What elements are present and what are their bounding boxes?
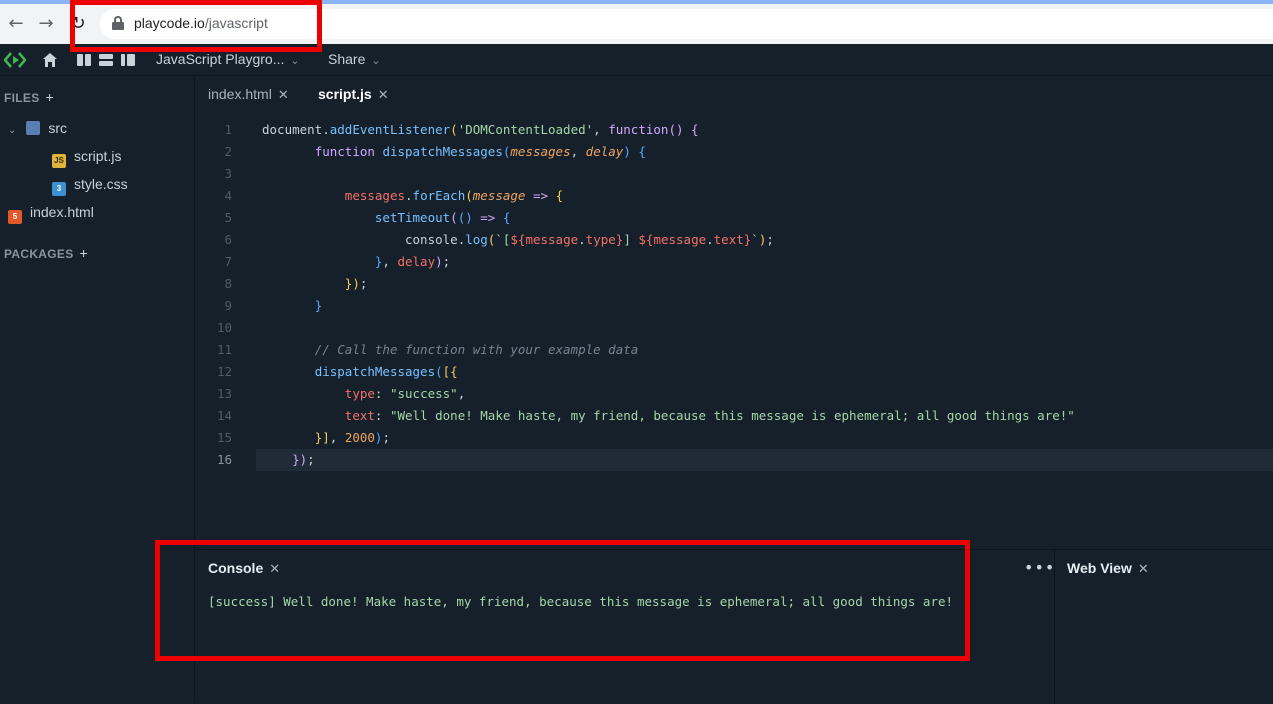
code-line-current: 16 });	[217, 449, 1273, 471]
files-heading: FILES +	[4, 89, 54, 105]
folder-src[interactable]: ⌄ src	[8, 118, 67, 138]
project-title-dropdown[interactable]: JavaScript Playgro... ⌄	[156, 51, 300, 67]
line-number: 16	[216, 452, 232, 467]
close-icon[interactable]: ✕	[378, 87, 389, 102]
code-line: 6 console.log(`[${message.type}] ${messa…	[196, 229, 1273, 251]
code-line: 12 dispatchMessages([{	[196, 361, 1273, 383]
url-text: playcode.io/javascript	[134, 15, 268, 31]
bottom-panel: Console ✕ [success] Well done! Make haste…	[196, 549, 1273, 704]
layout-columns-icon[interactable]	[76, 52, 92, 68]
tab-label: script.js	[318, 86, 372, 102]
code-line: 9 }	[196, 295, 1273, 317]
code-line: 5 setTimeout(() => {	[196, 207, 1273, 229]
code-line: 4 messages.forEach(message => {	[196, 185, 1273, 207]
line-number: 1	[224, 122, 232, 137]
packages-heading: PACKAGES +	[4, 245, 88, 261]
line-number: 12	[216, 364, 232, 379]
share-dropdown[interactable]: Share ⌄	[328, 51, 381, 67]
more-options-icon[interactable]: •••	[1024, 558, 1055, 577]
chevron-down-icon: ⌄	[371, 55, 381, 67]
file-script-js[interactable]: JS script.js	[52, 146, 122, 168]
packages-heading-label: PACKAGES	[4, 247, 74, 261]
home-icon[interactable]	[42, 52, 58, 68]
url-path: /javascript	[204, 15, 268, 31]
code-line: 7 }, delay);	[196, 251, 1273, 273]
files-heading-label: FILES	[4, 91, 40, 105]
file-label: script.js	[74, 148, 122, 164]
line-number: 9	[224, 298, 232, 313]
line-number: 4	[224, 188, 232, 203]
webview-title: Web View	[1067, 560, 1132, 576]
file-label: index.html	[30, 204, 94, 220]
line-number: 14	[216, 408, 232, 423]
layout-rows-icon[interactable]	[98, 52, 114, 68]
code-line: 8 });	[196, 273, 1273, 295]
line-number: 15	[216, 430, 232, 445]
chevron-down-icon: ⌄	[290, 55, 300, 67]
code-line: 11 // Call the function with your exampl…	[196, 339, 1273, 361]
line-number: 5	[224, 210, 232, 225]
file-index-html[interactable]: 5 index.html	[8, 202, 94, 224]
code-line: 10	[196, 317, 1273, 339]
tab-label: index.html	[208, 86, 272, 102]
add-file-icon[interactable]: +	[46, 89, 54, 105]
file-label: style.css	[74, 176, 128, 192]
close-icon[interactable]: ✕	[278, 87, 289, 102]
console-output: [success] Well done! Make haste, my frie…	[208, 594, 954, 609]
line-number: 6	[224, 232, 232, 247]
editor-tabbar: index.html ✕ script.js ✕	[196, 77, 1273, 113]
webview-tab[interactable]: Web View ✕	[1067, 560, 1149, 577]
folder-icon	[26, 121, 41, 135]
line-number: 13	[216, 386, 232, 401]
webview-panel: Web View ✕	[1054, 550, 1273, 704]
chevron-down-icon: ⌄	[8, 125, 17, 136]
add-package-icon[interactable]: +	[80, 245, 88, 261]
address-bar[interactable]: playcode.io/javascript	[100, 9, 1273, 39]
close-icon[interactable]: ✕	[269, 561, 280, 576]
code-line: 13 type: "success",	[196, 383, 1273, 405]
line-number: 10	[216, 320, 232, 335]
back-arrow-icon[interactable]: ←	[4, 12, 28, 36]
project-title: JavaScript Playgro...	[156, 51, 285, 67]
code-line: 3	[196, 163, 1273, 185]
line-number: 2	[224, 144, 232, 159]
code-editor[interactable]: 1 document.addEventListener('DOMContentLo…	[196, 113, 1273, 548]
line-number: 3	[224, 166, 232, 181]
console-title: Console	[208, 560, 264, 576]
folder-label: src	[48, 120, 68, 136]
code-line: 1 document.addEventListener('DOMContentLo…	[196, 119, 1273, 141]
line-number: 7	[224, 254, 232, 269]
tab-script-js[interactable]: script.js ✕	[318, 86, 389, 103]
code-line: 15 }], 2000);	[196, 427, 1273, 449]
line-number: 11	[216, 342, 232, 357]
file-sidebar: FILES + ⌄ src JS script.js 3 style.css 5 inde…	[0, 77, 195, 703]
css-file-icon: 3	[52, 182, 66, 196]
layout-split-icon[interactable]	[120, 52, 136, 68]
app-topbar: JavaScript Playgro... ⌄ Share ⌄	[0, 44, 1273, 76]
javascript-file-icon: JS	[52, 154, 66, 168]
browser-toolbar: ← → ↻ playcode.io/javascript	[0, 0, 1273, 44]
share-label: Share	[328, 51, 366, 67]
code-line: 2 function dispatchMessages(messages, de…	[196, 141, 1273, 163]
url-host: playcode.io	[134, 15, 205, 31]
line-number: 8	[224, 276, 232, 291]
code-line: 14 text: "Well done! Make haste, my frie…	[196, 405, 1273, 427]
tab-index-html[interactable]: index.html ✕	[208, 86, 289, 103]
reload-icon[interactable]: ↻	[66, 12, 90, 36]
console-tab[interactable]: Console ✕	[208, 560, 280, 577]
playcode-logo-icon[interactable]	[4, 50, 26, 70]
close-icon[interactable]: ✕	[1138, 561, 1149, 576]
file-style-css[interactable]: 3 style.css	[52, 174, 128, 196]
forward-arrow-icon[interactable]: →	[34, 12, 58, 36]
html-file-icon: 5	[8, 210, 22, 224]
lock-icon	[112, 16, 124, 30]
